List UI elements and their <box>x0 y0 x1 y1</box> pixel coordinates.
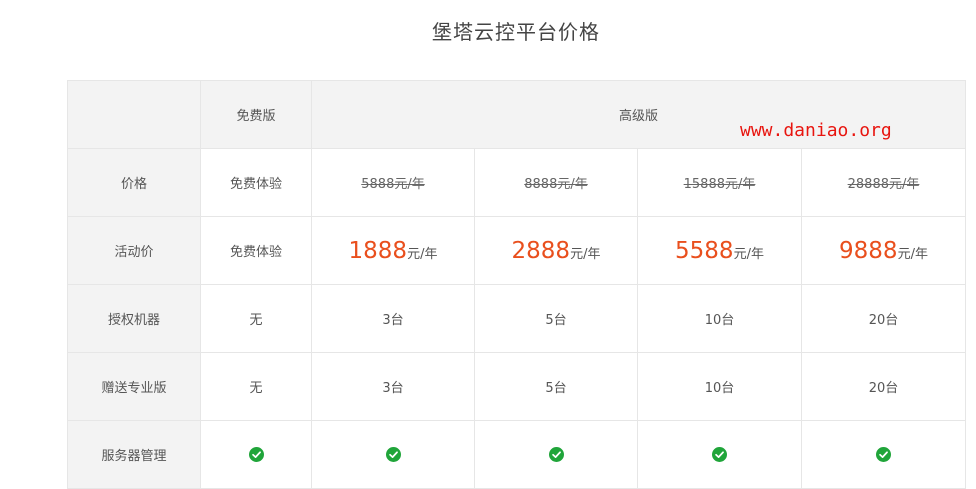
original-price-plan-3: 15888元/年 <box>637 148 802 217</box>
check-circle-icon <box>548 447 564 462</box>
pro-gift-plan-4: 20台 <box>800 352 967 421</box>
table-row-price: 价格 免费体验 5888元/年 8888元/年 15888元/年 28888元/… <box>67 148 967 217</box>
row-label-pro-gift: 赠送专业版 <box>67 352 201 421</box>
promo-amount: 9888 <box>839 237 898 264</box>
promo-amount: 1888 <box>348 237 408 264</box>
row-label-promo: 活动价 <box>67 216 201 285</box>
header-empty-cell <box>67 80 201 149</box>
promo-amount: 2888 <box>511 237 571 264</box>
server-mgmt-plan-1 <box>311 420 475 489</box>
pro-gift-plan-1: 3台 <box>311 352 475 421</box>
free-server-mgmt-cell <box>200 420 312 489</box>
promo-price-plan-2: 2888元/年 <box>474 216 638 285</box>
pricing-table: 免费版 高级版 价格 免费体验 5888元/年 8888元/年 15888元/年… <box>67 80 967 489</box>
table-row-promo: 活动价 免费体验 1888元/年 2888元/年 5588元/年 9888元/年 <box>67 216 967 285</box>
strikethrough-price: 15888元/年 <box>683 177 756 192</box>
free-price-cell: 免费体验 <box>200 148 312 217</box>
header-free-plan: 免费版 <box>200 80 312 149</box>
server-mgmt-plan-2 <box>474 420 638 489</box>
promo-unit: 元/年 <box>897 246 928 262</box>
row-label-machines: 授权机器 <box>67 284 201 353</box>
server-mgmt-plan-3 <box>637 420 802 489</box>
promo-unit: 元/年 <box>570 246 601 262</box>
table-row-server-mgmt: 服务器管理 <box>67 420 967 489</box>
machines-plan-3: 10台 <box>637 284 802 353</box>
check-circle-icon <box>248 447 264 462</box>
row-label-price: 价格 <box>67 148 201 217</box>
promo-price-plan-4: 9888元/年 <box>800 216 967 285</box>
original-price-plan-2: 8888元/年 <box>474 148 638 217</box>
promo-price-plan-3: 5588元/年 <box>637 216 802 285</box>
machines-plan-1: 3台 <box>311 284 475 353</box>
original-price-plan-4: 28888元/年 <box>800 148 967 217</box>
promo-amount: 5588 <box>675 237 734 264</box>
machines-plan-4: 20台 <box>800 284 967 353</box>
strikethrough-price: 28888元/年 <box>847 177 920 192</box>
promo-unit: 元/年 <box>407 246 438 262</box>
page-title: 堡塔云控平台价格 <box>432 20 600 44</box>
original-price-plan-1: 5888元/年 <box>311 148 475 217</box>
free-machines-cell: 无 <box>200 284 312 353</box>
strikethrough-price: 5888元/年 <box>361 177 425 192</box>
promo-unit: 元/年 <box>733 246 764 262</box>
strikethrough-price: 8888元/年 <box>524 177 588 192</box>
check-circle-icon <box>876 447 891 462</box>
watermark-text: www.daniao.org <box>740 120 892 141</box>
table-row-pro-gift: 赠送专业版 无 3台 5台 10台 20台 <box>67 352 967 421</box>
table-row-machines: 授权机器 无 3台 5台 10台 20台 <box>67 284 967 353</box>
row-label-server-mgmt: 服务器管理 <box>67 420 201 489</box>
check-circle-icon <box>385 447 401 462</box>
promo-price-plan-1: 1888元/年 <box>311 216 475 285</box>
server-mgmt-plan-4 <box>800 420 967 489</box>
free-promo-cell: 免费体验 <box>200 216 312 285</box>
free-pro-gift-cell: 无 <box>200 352 312 421</box>
pro-gift-plan-3: 10台 <box>637 352 802 421</box>
pro-gift-plan-2: 5台 <box>474 352 638 421</box>
machines-plan-2: 5台 <box>474 284 638 353</box>
check-circle-icon <box>712 447 727 462</box>
